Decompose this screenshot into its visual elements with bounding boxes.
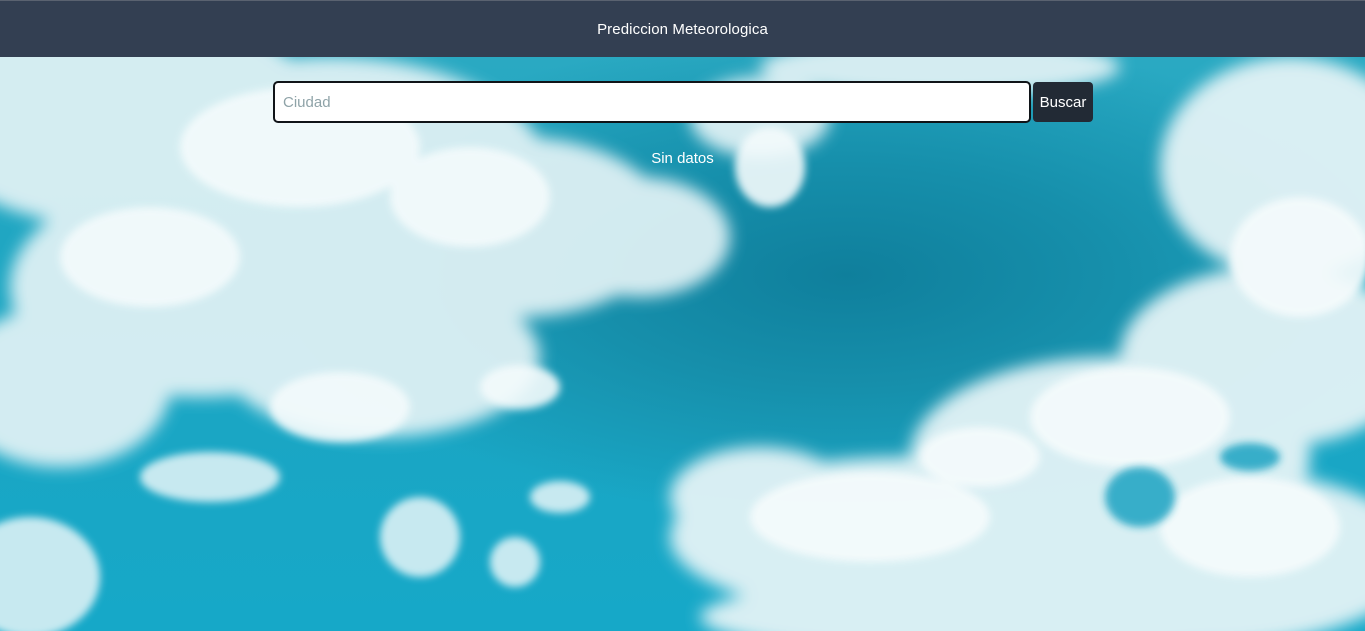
top-navbar: Prediccion Meteorologica xyxy=(0,0,1365,57)
app-title: Prediccion Meteorologica xyxy=(597,20,768,38)
sky-background-image xyxy=(0,57,1365,631)
cloud-illustration xyxy=(0,57,1365,631)
city-search-input[interactable] xyxy=(273,81,1031,123)
search-button[interactable]: Buscar xyxy=(1033,82,1093,122)
search-form: Buscar xyxy=(273,81,1093,123)
weather-status-text: Sin datos xyxy=(651,150,714,167)
